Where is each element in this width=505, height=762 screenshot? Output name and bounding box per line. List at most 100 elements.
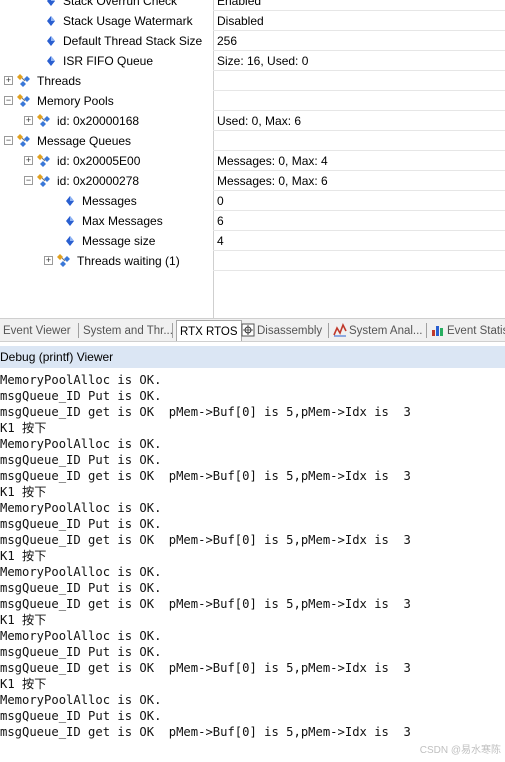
tree-row[interactable]: + Threads waiting (1): [0, 251, 505, 271]
debug-output-line: K1 按下: [0, 421, 47, 435]
tab-event-statis[interactable]: Event Statis: [431, 321, 505, 341]
tree-row-label: id: 0x20005E00: [57, 154, 141, 168]
tab-separator: [78, 323, 79, 338]
debug-output-line: MemoryPoolAlloc is OK.: [0, 437, 162, 451]
debug-output-line: K1 按下: [0, 485, 47, 499]
tree-row-label: id: 0x20000168: [57, 114, 140, 128]
tree-row-label: Messages: [82, 194, 137, 208]
property-icon: [62, 193, 78, 209]
tab-label: System Anal...: [349, 325, 423, 337]
tree-row-label: Message size: [82, 234, 156, 248]
tree-row-label: Stack Usage Watermark: [63, 14, 193, 28]
debug-output-line: MemoryPoolAlloc is OK.: [0, 693, 162, 707]
system-analyzer-icon: [333, 321, 349, 341]
row-gridline: [213, 270, 505, 271]
debug-tab-bar: Event Viewer System and Thr... RTX RTOS Dis…: [0, 318, 505, 342]
debug-output-line: msgQueue_ID get is OK pMem->Buf[0] is 5,…: [0, 661, 411, 675]
tree-row-label: ISR FIFO Queue: [63, 54, 154, 68]
tree-row-label: Stack Overrun Check: [63, 0, 178, 8]
tree-row-value: Messages: 0, Max: 4: [217, 154, 328, 168]
debug-output-line: MemoryPoolAlloc is OK.: [0, 565, 162, 579]
debug-output-line: K1 按下: [0, 549, 47, 563]
tree-row[interactable]: − id: 0x20000278 Messages: 0, Max: 6: [0, 171, 505, 191]
tree-row-value: 4: [217, 234, 224, 248]
disassembly-icon: [241, 321, 257, 341]
tab-separator: [328, 323, 329, 338]
expand-icon[interactable]: +: [24, 156, 33, 165]
debug-output-line: msgQueue_ID get is OK pMem->Buf[0] is 5,…: [0, 469, 411, 483]
debug-output-line: msgQueue_ID get is OK pMem->Buf[0] is 5,…: [0, 405, 411, 419]
tree-row[interactable]: + id: 0x20000168 Used: 0, Max: 6: [0, 111, 505, 131]
tree-row-label: Message Queues: [37, 134, 132, 148]
collapse-icon[interactable]: −: [24, 176, 33, 185]
tab-label: Event Viewer: [3, 325, 71, 337]
collapse-icon[interactable]: −: [4, 136, 13, 145]
tree-row-label: Max Messages: [82, 214, 163, 228]
debug-output-line: K1 按下: [0, 677, 47, 691]
tab-label: System and Thr...: [83, 325, 173, 337]
tab-system-and-thr[interactable]: System and Thr...: [83, 321, 173, 341]
debug-output-line: msgQueue_ID Put is OK.: [0, 453, 162, 467]
tree-row[interactable]: − Message Queues: [0, 131, 505, 151]
tree-row[interactable]: − Memory Pools: [0, 91, 505, 111]
watermark: CSDN @易水寒陈: [419, 745, 501, 756]
tree-row-value: Messages: 0, Max: 6: [217, 174, 328, 188]
property-icon: [43, 53, 59, 69]
rtx-rtos-tree-panel: Stack Overrun Check Enabled Stack Usage Wa…: [0, 0, 505, 318]
tree-row-label: Memory Pools: [37, 94, 114, 108]
debug-output-area[interactable]: MemoryPoolAlloc is OK. msgQueue_ID Put is…: [0, 372, 505, 762]
collapse-icon[interactable]: −: [4, 96, 13, 105]
property-icon: [62, 213, 78, 229]
object-group-icon: [17, 93, 33, 109]
tree-row-label: Threads waiting (1): [77, 254, 180, 268]
tree-row[interactable]: Stack Overrun Check Enabled: [0, 0, 505, 11]
debug-output-line: msgQueue_ID Put is OK.: [0, 581, 162, 595]
property-icon: [43, 13, 59, 29]
tree-row[interactable]: Default Thread Stack Size 256: [0, 31, 505, 51]
tree-row-label: Threads: [37, 74, 82, 88]
expand-icon[interactable]: +: [44, 256, 53, 265]
object-group-icon: [37, 153, 53, 169]
debug-output-line: msgQueue_ID get is OK pMem->Buf[0] is 5,…: [0, 533, 411, 547]
tab-rtx-rtos[interactable]: RTX RTOS: [176, 320, 242, 341]
debug-output-line: msgQueue_ID Put is OK.: [0, 645, 162, 659]
expand-icon[interactable]: +: [24, 116, 33, 125]
object-group-icon: [57, 253, 73, 269]
debug-viewer-title: Debug (printf) Viewer: [0, 346, 505, 368]
tree-row[interactable]: + id: 0x20005E00 Messages: 0, Max: 4: [0, 151, 505, 171]
debug-output-line: K1 按下: [0, 613, 47, 627]
tab-event-viewer[interactable]: Event Viewer: [3, 321, 71, 341]
tree-row[interactable]: + Threads: [0, 71, 505, 91]
property-icon: [62, 233, 78, 249]
tree-row-value: Size: 16, Used: 0: [217, 54, 309, 68]
tree-row-value: 0: [217, 194, 224, 208]
object-group-icon: [17, 73, 33, 89]
debug-output-line: msgQueue_ID Put is OK.: [0, 517, 162, 531]
object-group-icon: [17, 133, 33, 149]
tree-row-label: Default Thread Stack Size: [63, 34, 203, 48]
tab-label: RTX RTOS: [180, 326, 238, 338]
debug-output-line: MemoryPoolAlloc is OK.: [0, 501, 162, 515]
tree-row[interactable]: Max Messages 6: [0, 211, 505, 231]
property-icon: [43, 33, 59, 49]
tab-system-anal[interactable]: System Anal...: [333, 321, 423, 341]
debug-output-line: msgQueue_ID get is OK pMem->Buf[0] is 5,…: [0, 725, 411, 739]
tree-row[interactable]: Messages 0: [0, 191, 505, 211]
tab-separator: [426, 323, 427, 338]
debug-output-line: msgQueue_ID get is OK pMem->Buf[0] is 5,…: [0, 597, 411, 611]
debug-output-line: MemoryPoolAlloc is OK.: [0, 373, 162, 387]
expand-icon[interactable]: +: [4, 76, 13, 85]
tree-row-value: Disabled: [217, 14, 264, 28]
debug-output-line: msgQueue_ID Put is OK.: [0, 389, 162, 403]
tree-row[interactable]: ISR FIFO Queue Size: 16, Used: 0: [0, 51, 505, 71]
tree-row-value: Used: 0, Max: 6: [217, 114, 302, 128]
tree-row[interactable]: Stack Usage Watermark Disabled: [0, 11, 505, 31]
object-group-icon: [37, 113, 53, 129]
object-group-icon: [37, 173, 53, 189]
tree-row-value: 6: [217, 214, 224, 228]
property-icon: [43, 0, 59, 9]
tree-row[interactable]: Message size 4: [0, 231, 505, 251]
tab-label: Event Statis: [447, 325, 505, 337]
tab-disassembly[interactable]: Disassembly: [241, 321, 322, 341]
tree-row-label: id: 0x20000278: [57, 174, 140, 188]
